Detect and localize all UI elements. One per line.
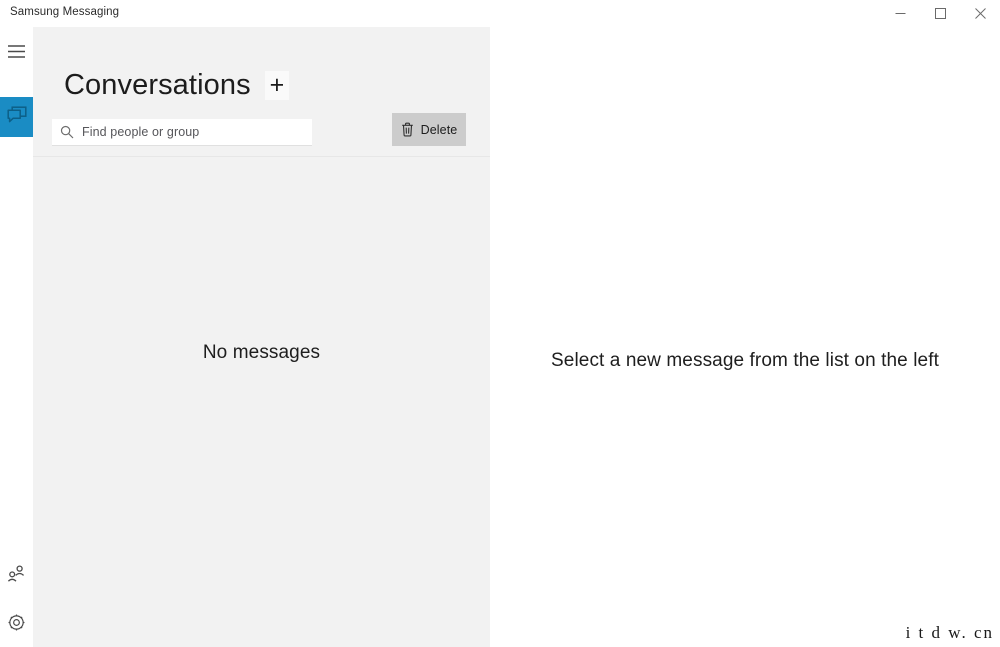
search-icon [52,125,82,139]
hamburger-menu-icon[interactable] [0,32,33,70]
sidebar-item-conversations[interactable] [0,97,33,137]
window-title: Samsung Messaging [10,6,120,18]
trash-icon [401,122,414,137]
delete-button-label: Delete [420,122,458,137]
empty-state-message: No messages [202,342,321,363]
title-bar: Samsung Messaging [0,0,1000,27]
search-placeholder: Find people or group [82,125,200,139]
delete-button[interactable]: Delete [392,113,466,146]
detail-empty-state-message: Select a new message from the list on th… [551,350,939,371]
maximize-button[interactable] [920,0,960,27]
window-controls [880,0,1000,27]
watermark: i t d w. cn [905,623,994,642]
rail-bottom-group [0,555,33,641]
gear-icon[interactable] [0,603,33,641]
page-title: Conversations [64,69,251,101]
message-detail-panel: Select a new message from the list on th… [490,27,1000,647]
new-conversation-button[interactable]: + [264,71,290,100]
people-icon[interactable] [0,555,33,593]
app-window: Samsung Messaging Conversations + Find p… [0,0,1000,647]
minimize-button[interactable] [880,0,920,27]
conversations-panel: Conversations + Find people or group Del… [33,26,490,647]
navigation-rail [0,27,33,647]
conversation-bubble-icon [6,105,27,129]
search-input[interactable]: Find people or group [52,119,312,146]
conversations-list: No messages [33,157,490,646]
conversations-title-row: Conversations + [64,69,290,101]
close-button[interactable] [960,0,1000,27]
conversations-header: Conversations + Find people or group Del… [33,26,490,157]
